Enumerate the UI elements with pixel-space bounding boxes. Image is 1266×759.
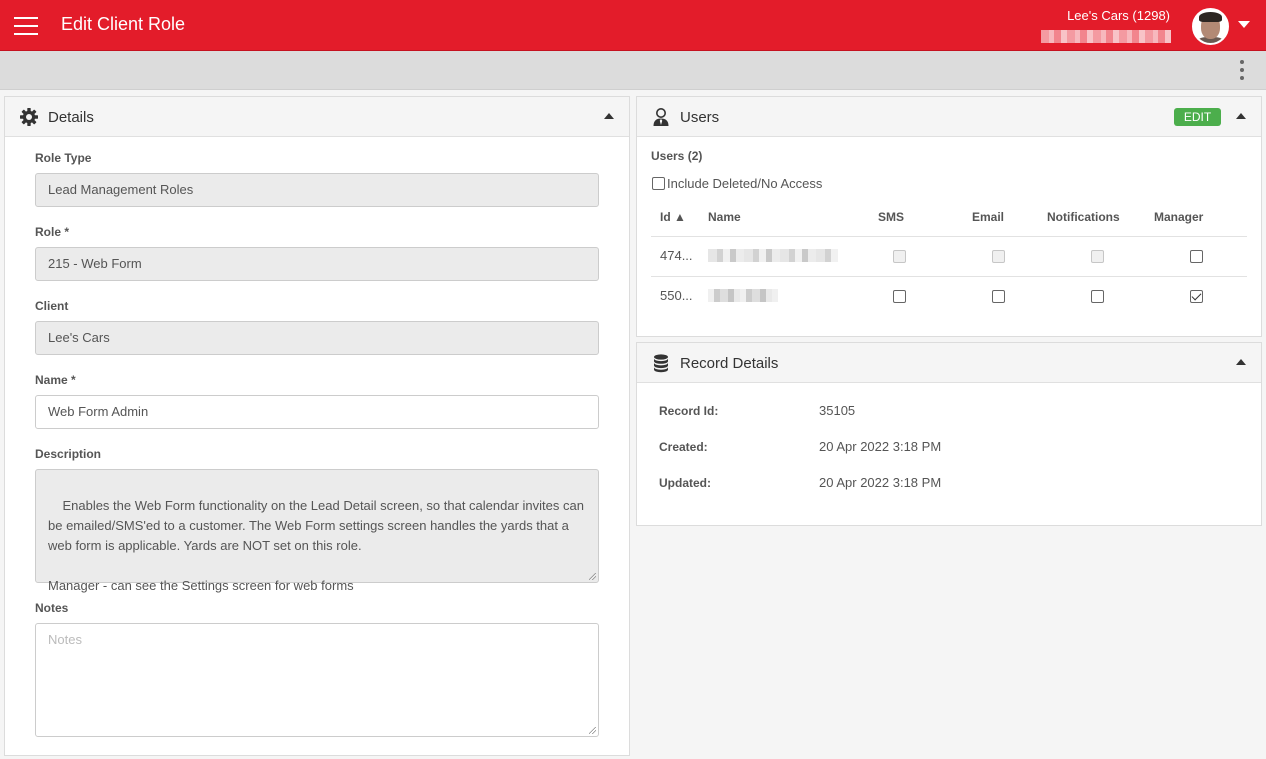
column-header-notifications[interactable]: Notifications: [1047, 210, 1120, 224]
name-label: Name *: [35, 373, 76, 387]
details-title: Details: [48, 109, 94, 126]
role-type-label: Role Type: [35, 151, 92, 165]
include-deleted-toggle[interactable]: Include Deleted/No Access: [652, 176, 822, 191]
client-field: Lee's Cars: [35, 321, 599, 355]
column-header-id[interactable]: Id ▲: [660, 210, 686, 224]
users-count: Users (2): [651, 149, 703, 163]
account-email-redacted: [1041, 30, 1171, 43]
resize-handle[interactable]: [589, 573, 596, 580]
top-bar: Edit Client Role Lee's Cars (1298): [0, 0, 1266, 51]
users-title: Users: [680, 109, 720, 126]
description-field: Enables the Web Form functionality on th…: [35, 469, 599, 593]
database-icon: [654, 354, 668, 373]
record-details-panel: Record Details Record Id: 35105 Created:…: [636, 342, 1262, 526]
table-row-id: 474...: [660, 248, 693, 263]
record-details-title: Record Details: [680, 355, 779, 372]
table-divider: [651, 236, 1247, 237]
gear-icon: [20, 108, 38, 126]
created-value: 20 Apr 2022 3:18 PM: [819, 439, 942, 454]
column-header-name[interactable]: Name: [708, 210, 741, 224]
resize-handle[interactable]: [589, 727, 596, 734]
user-name-redacted: [708, 289, 778, 302]
updated-label: Updated:: [659, 476, 711, 490]
notifications-checkbox: [1091, 250, 1104, 263]
manager-checkbox[interactable]: [1190, 250, 1203, 263]
email-checkbox: [992, 250, 1005, 263]
table-divider: [651, 276, 1247, 277]
chevron-down-icon[interactable]: [1238, 21, 1250, 28]
column-header-sms[interactable]: SMS: [878, 210, 904, 224]
description-text: Enables the Web Form functionality on th…: [48, 498, 584, 593]
chevron-up-icon[interactable]: [1236, 359, 1246, 365]
record-id-value: 35105: [819, 403, 856, 418]
toolbar: [0, 51, 1266, 90]
name-field[interactable]: Web Form Admin: [35, 395, 599, 429]
details-panel-header[interactable]: Details: [5, 97, 629, 137]
updated-value: 20 Apr 2022 3:18 PM: [819, 475, 942, 490]
role-label: Role *: [35, 225, 70, 239]
notes-field[interactable]: Notes: [35, 623, 599, 737]
include-deleted-checkbox[interactable]: [652, 177, 665, 191]
include-deleted-label: Include Deleted/No Access: [667, 176, 823, 191]
edit-users-button[interactable]: EDIT: [1174, 108, 1221, 126]
avatar[interactable]: [1192, 8, 1229, 45]
record-id-label: Record Id:: [659, 404, 719, 418]
chevron-up-icon[interactable]: [604, 113, 614, 119]
chevron-up-icon[interactable]: [1236, 113, 1246, 119]
user-tie-icon: [653, 108, 669, 126]
page-title: Edit Client Role: [61, 14, 186, 34]
sms-checkbox: [893, 250, 906, 263]
users-panel: Users EDIT Users (2) Include Deleted/No …: [636, 96, 1262, 337]
notes-label: Notes: [35, 601, 69, 615]
account-name[interactable]: Lee's Cars (1298): [1067, 8, 1170, 23]
users-panel-header[interactable]: Users EDIT: [637, 97, 1261, 137]
sms-checkbox[interactable]: [893, 290, 906, 303]
email-checkbox[interactable]: [992, 290, 1005, 303]
user-name-redacted: [708, 249, 838, 262]
table-row-id: 550...: [660, 288, 693, 303]
notes-placeholder: Notes: [48, 632, 82, 647]
role-type-field: Lead Management Roles: [35, 173, 599, 207]
notifications-checkbox[interactable]: [1091, 290, 1104, 303]
menu-icon[interactable]: [14, 17, 38, 35]
created-label: Created:: [659, 440, 708, 454]
record-details-header[interactable]: Record Details: [637, 343, 1261, 383]
manager-checkbox[interactable]: [1190, 290, 1203, 303]
role-field: 215 - Web Form: [35, 247, 599, 281]
more-vertical-icon[interactable]: [1240, 60, 1246, 82]
description-label: Description: [35, 447, 102, 461]
details-panel: Details Role Type Lead Management Roles …: [4, 96, 630, 756]
column-header-email[interactable]: Email: [972, 210, 1004, 224]
client-label: Client: [35, 299, 69, 313]
column-header-manager[interactable]: Manager: [1154, 210, 1203, 224]
